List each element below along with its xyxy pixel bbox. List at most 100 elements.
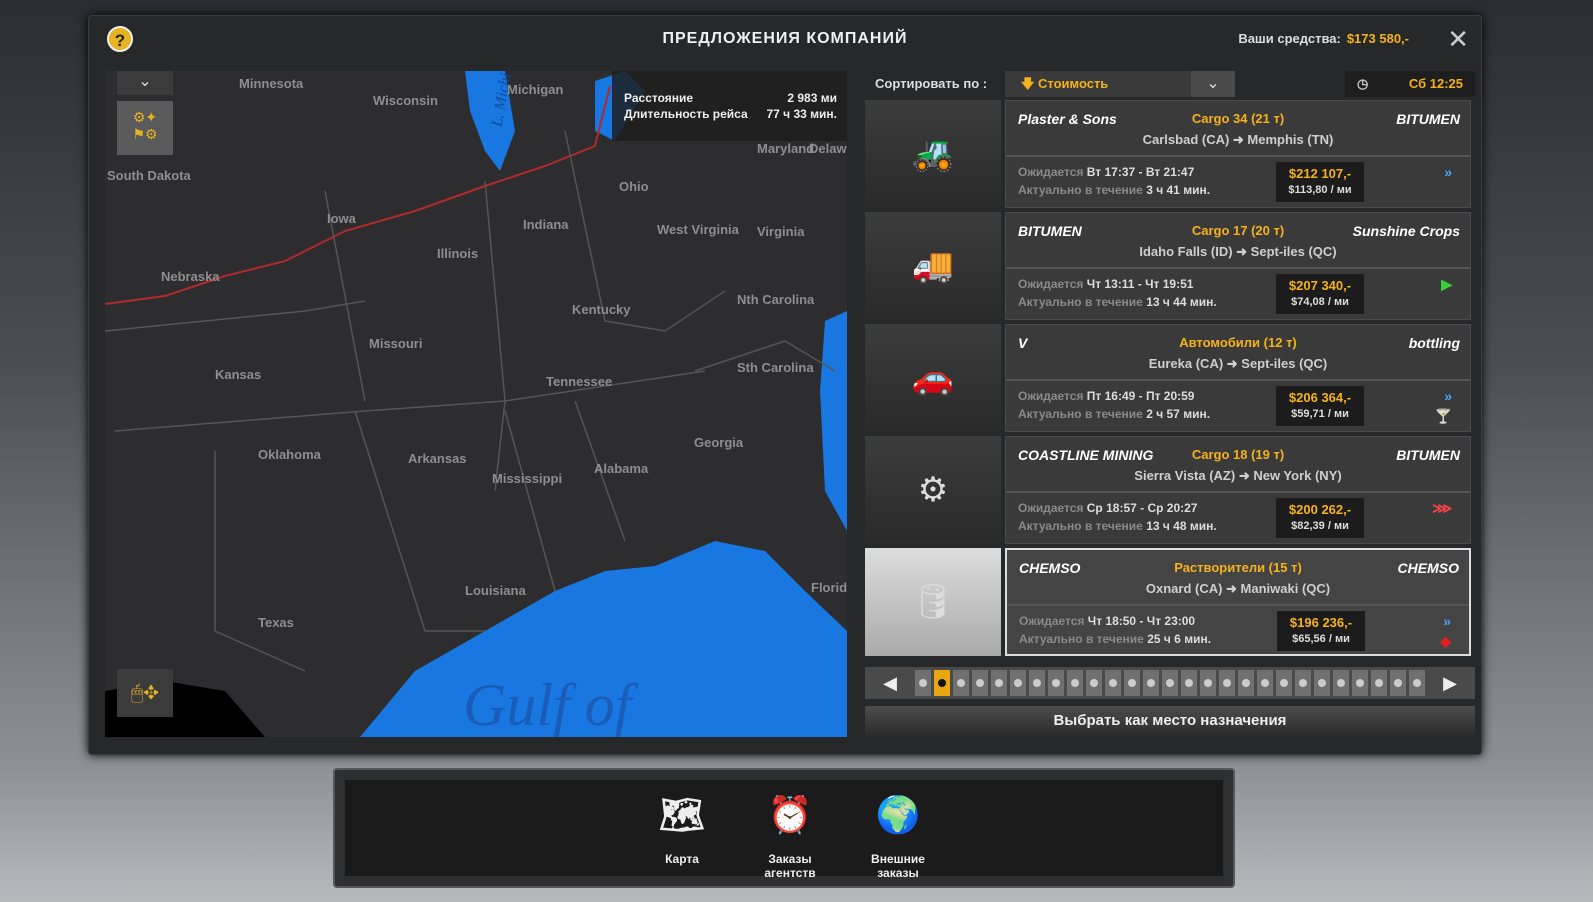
page-dot[interactable] — [1257, 670, 1273, 696]
price-box: $196 236,- $65,56 / ми — [1277, 611, 1365, 651]
fast-icon: » — [1444, 164, 1452, 180]
state-label: Ohio — [619, 179, 649, 194]
hazard-icon: ◆ — [1440, 633, 1451, 649]
state-label: Alabama — [594, 461, 649, 476]
select-destination-button[interactable]: Выбрать как место назначения — [865, 706, 1475, 736]
page-dots — [915, 670, 1425, 696]
state-label: Wisconsin — [373, 93, 438, 108]
page-dot[interactable] — [1143, 670, 1159, 696]
page-dot[interactable] — [1067, 670, 1083, 696]
trailer-thumbnail: 🛢 — [865, 548, 1001, 656]
sort-label: Сортировать по : — [875, 76, 988, 91]
state-label: Iowa — [327, 211, 356, 226]
atlantic — [820, 311, 847, 531]
trailer-thumbnail: 🚗 — [865, 324, 1001, 432]
page-dot[interactable] — [1086, 670, 1102, 696]
normal-icon: ▶ — [1441, 276, 1452, 292]
page-dot[interactable] — [934, 670, 950, 696]
job-offer[interactable]: ⚙ COASTLINE MINING BITUMEN Cargo 18 (19 … — [865, 436, 1475, 544]
trailer-thumbnail: 🚜 — [865, 100, 1001, 208]
price-box: $206 364,- $59,71 / ми — [1276, 386, 1364, 426]
price: $207 340,- — [1288, 278, 1352, 293]
map-legend-icon[interactable]: ⚙✦ ⚑⚙ — [117, 101, 173, 155]
page-dot[interactable] — [1124, 670, 1140, 696]
fragile-icon: 🍸 — [1434, 408, 1452, 424]
job-card[interactable]: BITUMEN Sunshine Crops Cargo 17 (20 т) I… — [1005, 212, 1471, 320]
page-dot[interactable] — [1276, 670, 1292, 696]
state-label: Kentucky — [572, 302, 631, 317]
state-label: Mississippi — [492, 471, 563, 486]
page-dot[interactable] — [972, 670, 988, 696]
expected-label: Ожидается — [1018, 277, 1084, 291]
job-card[interactable]: CHEMSO CHEMSO Растворители (15 т) Oxnard… — [1005, 548, 1471, 656]
job-offer[interactable]: 🚗 V bottling Автомобили (12 т) Eureka (C… — [865, 324, 1475, 432]
state-label: Nebraska — [161, 269, 220, 284]
page-dot[interactable] — [1010, 670, 1026, 696]
page-dot[interactable] — [1162, 670, 1178, 696]
page-dot[interactable] — [1238, 670, 1254, 696]
page-dot[interactable] — [1390, 670, 1406, 696]
target-company-logo: CHEMSO — [1397, 560, 1459, 576]
close-icon[interactable]: ✕ — [1447, 24, 1469, 55]
price: $196 236,- — [1289, 615, 1353, 630]
state-label: Indiana — [523, 217, 569, 232]
price-per-mile: $74,08 / ми — [1291, 296, 1349, 308]
dock-external-jobs-button[interactable]: 🌍 Внешние заказы — [853, 794, 943, 880]
job-card[interactable]: V bottling Автомобили (12 т) Eureka (CA)… — [1005, 324, 1471, 432]
page-dot[interactable] — [1219, 670, 1235, 696]
page-dot[interactable] — [1200, 670, 1216, 696]
page-dot[interactable] — [1181, 670, 1197, 696]
page-dot[interactable] — [1333, 670, 1349, 696]
page-dot[interactable] — [915, 670, 931, 696]
prev-page-arrow-icon[interactable]: ◀ — [865, 673, 915, 694]
page-dot[interactable] — [1352, 670, 1368, 696]
game-time: ◷ Сб 12:25 — [1345, 71, 1475, 97]
expected-time: Чт 18:50 - Чт 23:00 — [1087, 614, 1196, 628]
expected-time: Ср 18:57 - Ср 20:27 — [1086, 501, 1198, 515]
expected-time: Вт 17:37 - Вт 21:47 — [1086, 165, 1195, 179]
distance-label: Расстояние — [624, 91, 694, 105]
map-collapse-chevron-icon[interactable]: ⌄ — [117, 71, 173, 95]
funds: Ваши средства: $173 580,- — [1238, 31, 1409, 46]
page-dot[interactable] — [991, 670, 1007, 696]
state-label: West Virginia — [657, 222, 739, 237]
expected-time: Пт 16:49 - Пт 20:59 — [1086, 389, 1195, 403]
sort-dropdown-chevron-icon[interactable]: ⌄ — [1191, 71, 1235, 97]
state-label: Illinois — [437, 246, 479, 261]
page-dot[interactable] — [1105, 670, 1121, 696]
external-jobs-icon: 🌍 — [875, 794, 921, 835]
page-dot[interactable] — [1409, 670, 1425, 696]
page-dot[interactable] — [1371, 670, 1387, 696]
page-dot[interactable] — [1295, 670, 1311, 696]
job-offer[interactable]: 🚜 Plaster & Sons BITUMEN Cargo 34 (21 т)… — [865, 100, 1475, 208]
funds-value: $173 580,- — [1346, 31, 1409, 46]
job-offer[interactable]: 🚚 BITUMEN Sunshine Crops Cargo 17 (20 т)… — [865, 212, 1475, 320]
route: Carlsbad (CA) ➜ Memphis (TN) — [1142, 132, 1334, 147]
page-dot[interactable] — [1048, 670, 1064, 696]
dock-agency-jobs-button[interactable]: ⏰ Заказы агентств — [745, 794, 835, 880]
state-label: Arkansas — [408, 451, 467, 466]
job-offer[interactable]: 🛢 CHEMSO CHEMSO Растворители (15 т) Oxna… — [865, 548, 1475, 656]
sort-select[interactable]: 🡇 Стоимость — [1005, 71, 1191, 97]
route-map[interactable]: Minnesota Wisconsin Michigan South Dakot… — [105, 71, 847, 737]
target-company-logo: BITUMEN — [1396, 111, 1460, 127]
next-page-arrow-icon[interactable]: ▶ — [1425, 673, 1475, 694]
job-card[interactable]: Plaster & Sons BITUMEN Cargo 34 (21 т) C… — [1005, 100, 1471, 208]
job-card[interactable]: COASTLINE MINING BITUMEN Cargo 18 (19 т)… — [1005, 436, 1471, 544]
valid-label: Актуально в течение — [1018, 519, 1143, 533]
page-dot[interactable] — [1314, 670, 1330, 696]
route: Idaho Falls (ID) ➜ Sept-iles (QC) — [1139, 244, 1337, 259]
price-box: $200 262,- $82,39 / ми — [1276, 498, 1364, 538]
expected-label: Ожидается — [1018, 165, 1084, 179]
state-label: Michigan — [507, 82, 564, 97]
state-label: Louisiana — [465, 583, 526, 598]
expected-label: Ожидается — [1018, 389, 1084, 403]
page-dot[interactable] — [1029, 670, 1045, 696]
dock-map-button[interactable]: 🗺 Карта — [637, 794, 727, 866]
mouse-move-icon: 🖱✥ — [117, 669, 173, 717]
price: $206 364,- — [1288, 390, 1352, 405]
price-box: $207 340,- $74,08 / ми — [1276, 274, 1364, 314]
page-dot[interactable] — [953, 670, 969, 696]
cargo: Автомобили (12 т) — [1179, 335, 1297, 350]
funds-label: Ваши средства: — [1238, 31, 1341, 46]
